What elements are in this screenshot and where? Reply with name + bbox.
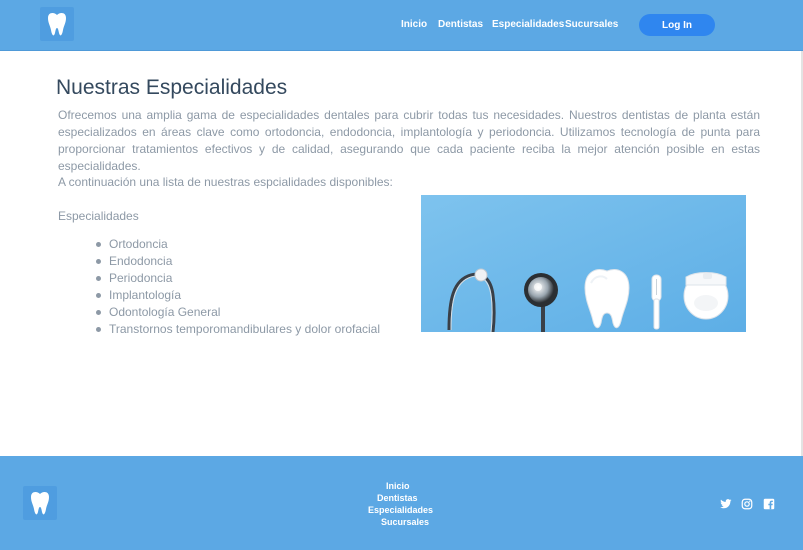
footer-link-sucursales[interactable]: Sucursales [381,517,429,527]
site-header: Inicio Dentistas Especialidades Sucursal… [0,0,803,51]
specialty-label: Periodoncia [109,271,173,285]
login-button[interactable]: Log In [639,14,715,36]
bullet-icon [96,310,101,315]
twitter-icon[interactable] [720,498,732,510]
bullet-icon [96,259,101,264]
specialty-label: Ortodoncia [109,237,168,251]
site-footer: Inicio Dentistas Especialidades Sucursal… [0,456,803,550]
specialties-heading: Especialidades [58,209,139,223]
specialty-label: Endodoncia [109,254,173,268]
nav-link-dentistas[interactable]: Dentistas [438,19,483,30]
bullet-icon [96,293,101,298]
tooth-logo-icon [31,492,49,515]
logo[interactable] [40,7,74,41]
list-item: Implantología [93,287,380,304]
nav-link-inicio[interactable]: Inicio [401,19,427,30]
specialties-list: Ortodoncia Endodoncia Periodoncia Implan… [93,236,380,338]
footer-link-dentistas[interactable]: Dentistas [377,493,418,503]
footer-link-especialidades[interactable]: Especialidades [368,505,433,515]
nav-link-sucursales[interactable]: Sucursales [565,19,618,30]
list-item: Periodoncia [93,270,380,287]
facebook-icon[interactable] [763,498,775,510]
list-item: Endodoncia [93,253,380,270]
intro-paragraph: Ofrecemos una amplia gama de especialida… [58,108,760,173]
footer-link-inicio[interactable]: Inicio [386,481,410,491]
bullet-icon [96,327,101,332]
specialty-label: Odontología General [109,305,221,319]
list-item: Ortodoncia [93,236,380,253]
nav-link-especialidades[interactable]: Especialidades [492,19,564,30]
instagram-icon[interactable] [741,498,753,510]
specialty-label: Transtornos temporomandibulares y dolor … [109,322,381,336]
list-item: Odontología General [93,304,380,321]
list-item: Transtornos temporomandibulares y dolor … [93,321,380,338]
bullet-icon [96,276,101,281]
list-intro-text: A continuación una lista de nuestras esp… [58,175,393,189]
page-title: Nuestras Especialidades [56,76,288,99]
footer-logo[interactable] [23,486,57,520]
dental-tools-image [421,195,746,332]
tooth-logo-icon [48,13,66,36]
specialty-label: Implantología [109,288,182,302]
bullet-icon [96,242,101,247]
